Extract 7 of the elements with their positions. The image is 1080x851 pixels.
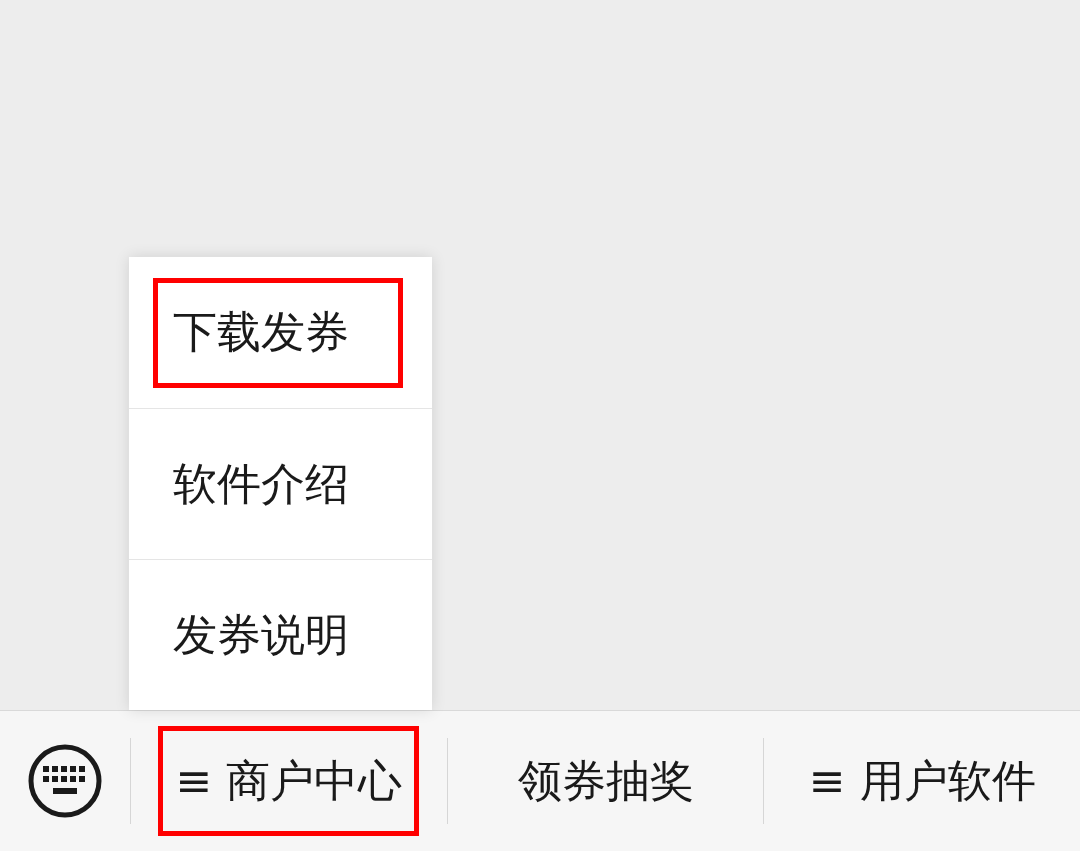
menu-item[interactable]: 下载发券 — [153, 277, 403, 388]
menu-tab[interactable]: ≡ 商户中心 — [158, 726, 420, 836]
keyboard-icon[interactable] — [28, 744, 102, 818]
menu-tab[interactable]: 领券抽奖 — [500, 726, 711, 836]
menu-item[interactable]: 软件介绍 — [153, 429, 403, 539]
menu-item[interactable]: 发券说明 — [153, 580, 403, 690]
menu-tab[interactable]: ≡ 用户软件 — [791, 726, 1053, 836]
